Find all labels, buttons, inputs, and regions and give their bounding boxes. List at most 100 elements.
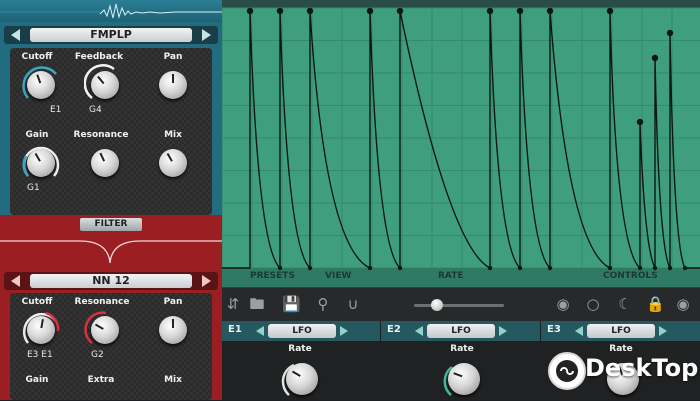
search-icon[interactable]: ⚲ <box>314 295 332 313</box>
modulator-e2-type[interactable]: LFO <box>427 324 495 338</box>
knob-label-cutoff-2: Cutoff <box>21 297 53 307</box>
filter-section-tab[interactable]: FILTER <box>80 218 142 231</box>
circle-dot-icon[interactable]: ◉ <box>554 295 572 313</box>
envelope-graph-canvas[interactable] <box>222 0 700 287</box>
mix-knob[interactable] <box>159 149 187 177</box>
envelope-node <box>607 265 613 271</box>
modulator-e3-rate-label: Rate <box>609 344 633 354</box>
envelope-node <box>667 265 673 271</box>
watermark-logo-icon <box>548 352 586 390</box>
envelope-node <box>606 7 614 15</box>
envelope-node <box>651 54 659 62</box>
modulator-e3-type[interactable]: LFO <box>587 324 655 338</box>
envelope-node <box>367 265 373 271</box>
modulator-e2-prev[interactable] <box>415 326 423 336</box>
knob-label-feedback: Feedback <box>74 52 124 62</box>
envelope-node <box>306 7 314 15</box>
resonance-2-knob[interactable] <box>91 316 119 344</box>
envelope-node <box>547 265 553 271</box>
folder-icon[interactable]: 🖿 <box>248 295 266 313</box>
graph-presets-label[interactable]: PRESETS <box>250 271 295 281</box>
envelope-node <box>276 7 284 15</box>
filter-module-1-knob-panel: Cutoff E1 Feedback G4 Pan Gain G1 Resona… <box>10 48 212 215</box>
envelope-node <box>396 7 404 15</box>
modulator-e1: E1 LFO Rate <box>222 321 380 400</box>
modulator-e1-type[interactable]: LFO <box>268 324 336 338</box>
zoom-slider-track[interactable] <box>414 304 504 307</box>
modulator-e1-type-selector[interactable]: LFO <box>254 324 350 338</box>
modulator-e3-next[interactable] <box>659 326 667 336</box>
preset-name-2[interactable]: NN 12 <box>30 274 192 288</box>
knob-label-gain-2: Gain <box>25 375 49 385</box>
modulator-e2-header: E2 LFO <box>381 321 540 341</box>
lock-icon[interactable]: 🔒 <box>646 295 665 313</box>
save-icon[interactable]: 💾 <box>282 295 301 313</box>
modulator-e1-header: E1 LFO <box>222 321 380 341</box>
zoom-slider-thumb[interactable] <box>431 299 443 311</box>
pan-knob[interactable] <box>159 71 187 99</box>
preset-name-1[interactable]: FMPLP <box>30 28 192 42</box>
resonance-knob[interactable] <box>91 149 119 177</box>
envelope-node <box>652 265 658 271</box>
knob-label-mix-2: Mix <box>164 375 182 385</box>
graph-view-label[interactable]: VIEW <box>325 271 351 281</box>
waveform-scope-graphic <box>0 3 222 19</box>
modulator-e2-rate-knob[interactable] <box>448 363 480 395</box>
envelope-node <box>516 7 524 15</box>
envelope-node <box>682 265 688 271</box>
graph-background <box>222 8 700 287</box>
modulator-e2-type-selector[interactable]: LFO <box>413 324 509 338</box>
preset-selector-1: FMPLP <box>4 26 218 44</box>
knob-label-pan: Pan <box>163 52 183 62</box>
modulator-e1-rate-label: Rate <box>288 344 312 354</box>
modulator-e2-next[interactable] <box>499 326 507 336</box>
knob-label-extra-2: Extra <box>87 375 115 385</box>
filter-module-2: NN 12 Cutoff E3 E1 Resonance G2 Pan Gain… <box>0 267 222 400</box>
pan-2-knob[interactable] <box>159 316 187 344</box>
circle-icon[interactable]: ○ <box>584 295 602 313</box>
updown-icon[interactable]: ⇵ <box>224 295 242 313</box>
envelope-node <box>307 265 313 271</box>
magnet-icon[interactable]: ∪ <box>344 295 362 313</box>
prev-preset-button[interactable] <box>11 29 20 41</box>
envelope-graph[interactable]: PRESETS VIEW RATE CONTROLS <box>222 0 700 287</box>
resonance-2-mod-source: G2 <box>91 350 104 360</box>
cutoff-2-knob[interactable] <box>27 316 55 344</box>
knob-label-pan-2: Pan <box>163 297 183 307</box>
envelope-node <box>366 7 374 15</box>
modulator-e2-id: E2 <box>387 324 401 335</box>
gain-mod-source: G1 <box>27 183 40 193</box>
knob-label-cutoff: Cutoff <box>21 52 53 62</box>
gain-knob[interactable] <box>27 149 55 177</box>
graph-rate-label[interactable]: RATE <box>438 271 463 281</box>
graph-top-bar <box>222 0 700 8</box>
modulator-e1-rate-knob[interactable] <box>286 363 318 395</box>
envelope-node <box>487 265 493 271</box>
moon-icon[interactable]: ☾ <box>616 295 634 313</box>
cutoff-knob[interactable] <box>27 71 55 99</box>
next-preset-button[interactable] <box>202 29 211 41</box>
modulator-e3-id: E3 <box>547 324 561 335</box>
modulator-e3-type-selector[interactable]: LFO <box>573 324 669 338</box>
envelope-node <box>517 265 523 271</box>
knob-label-mix: Mix <box>164 130 182 140</box>
modulator-e1-prev[interactable] <box>256 326 264 336</box>
envelope-node <box>246 7 254 15</box>
envelope-node <box>636 118 644 126</box>
palette-icon[interactable]: ◉ <box>674 295 692 313</box>
modulator-e3-header: E3 LFO <box>541 321 700 341</box>
modulator-e1-next[interactable] <box>340 326 348 336</box>
waveform-scope <box>0 0 222 22</box>
feedback-knob[interactable] <box>91 71 119 99</box>
graph-controls-label[interactable]: CONTROLS <box>603 271 658 281</box>
watermark-text: DeskTop <box>585 354 699 382</box>
envelope-node <box>277 265 283 271</box>
prev-preset-button-2[interactable] <box>11 275 20 287</box>
knob-label-resonance: Resonance <box>73 130 129 140</box>
next-preset-button-2[interactable] <box>202 275 211 287</box>
knob-label-resonance-2: Resonance <box>74 297 130 307</box>
feedback-mod-source: G4 <box>89 105 102 115</box>
left-panel: FMPLP Cutoff E1 Feedback G4 Pan Gain G1 … <box>0 0 222 400</box>
modulator-e3-prev[interactable] <box>575 326 583 336</box>
modulator-e1-id: E1 <box>228 324 242 335</box>
